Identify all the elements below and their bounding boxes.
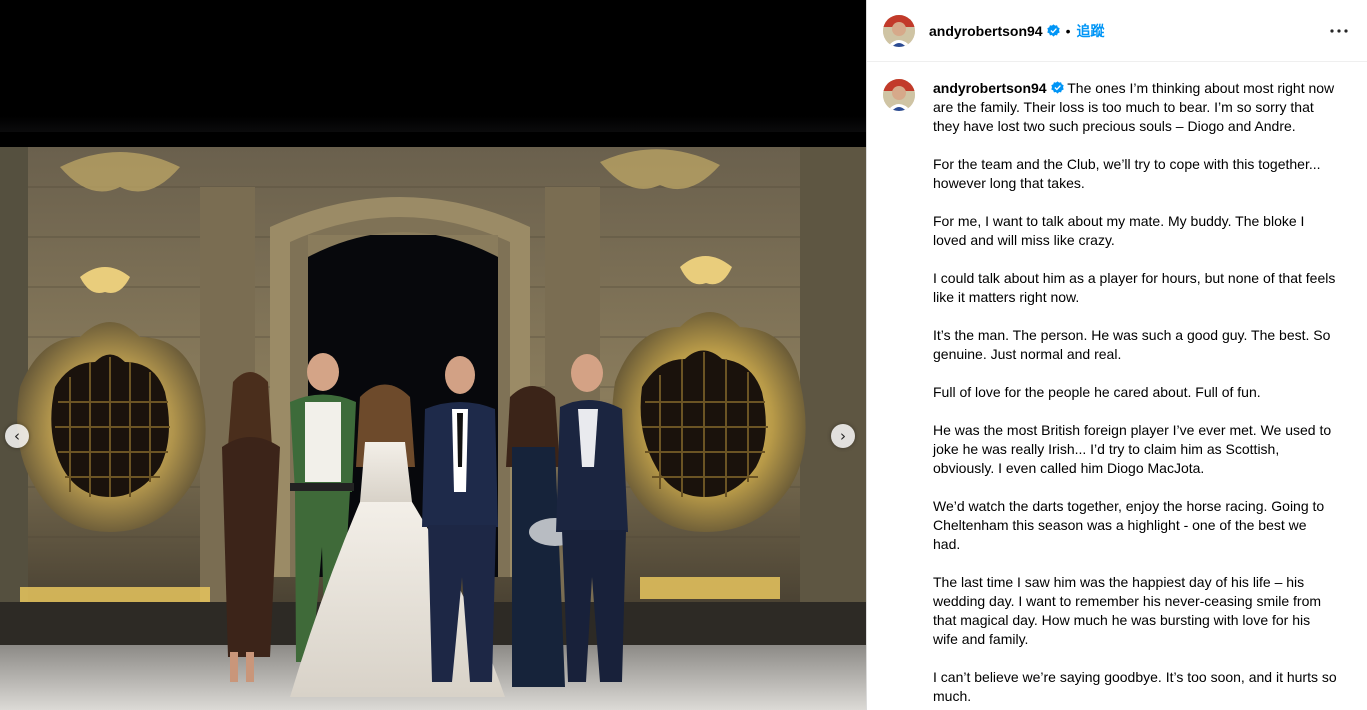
caption-paragraph: Full of love for the people he cared abo…	[933, 384, 1261, 400]
carousel-next-button[interactable]: ›	[831, 424, 855, 448]
carousel-prev-button[interactable]: ‹	[5, 424, 29, 448]
post-header: andyrobertson94 • 追蹤	[867, 0, 1367, 62]
post-media: ‹ ›	[0, 0, 866, 710]
verified-badge-icon	[1046, 24, 1060, 37]
caption-text: andyrobertson94 The ones I’m thinking ab…	[933, 79, 1337, 710]
caption-paragraph: For the team and the Club, we’ll try to …	[933, 156, 1321, 191]
caption-paragraph: We’d watch the darts together, enjoy the…	[933, 498, 1325, 552]
caption-username[interactable]: andyrobertson94	[933, 80, 1047, 96]
caption-paragraph: He was the most British foreign player I…	[933, 422, 1332, 476]
caption-paragraph: I could talk about him as a player for h…	[933, 270, 1336, 305]
caption-area: andyrobertson94 The ones I’m thinking ab…	[867, 63, 1367, 710]
follow-button[interactable]: 追蹤	[1077, 21, 1105, 41]
caption-paragraph: For me, I want to talk about my mate. My…	[933, 213, 1305, 248]
verified-badge-icon	[1050, 81, 1064, 94]
author-username[interactable]: andyrobertson94	[929, 23, 1043, 39]
author-avatar[interactable]	[883, 14, 915, 47]
wedding-photo	[0, 147, 866, 710]
post-side-panel: andyrobertson94 • 追蹤 andyrobertson94 The…	[866, 0, 1367, 710]
caption-paragraph: It’s the man. The person. He was such a …	[933, 327, 1331, 362]
more-horizontal-icon	[1330, 28, 1348, 33]
header-separator: •	[1065, 22, 1071, 39]
caption-paragraph: I can’t believe we’re saying goodbye. It…	[933, 669, 1337, 704]
caption-author-avatar[interactable]	[883, 79, 915, 111]
caption-paragraph: The last time I saw him was the happiest…	[933, 574, 1322, 647]
instagram-post-modal: ‹ › andyrobertson94 • 追蹤 andyrobertson94…	[0, 0, 1367, 710]
chevron-right-icon: ›	[840, 426, 846, 445]
more-options-button[interactable]	[1327, 19, 1351, 43]
chevron-left-icon: ‹	[14, 426, 20, 445]
media-top-black-area	[0, 0, 866, 132]
